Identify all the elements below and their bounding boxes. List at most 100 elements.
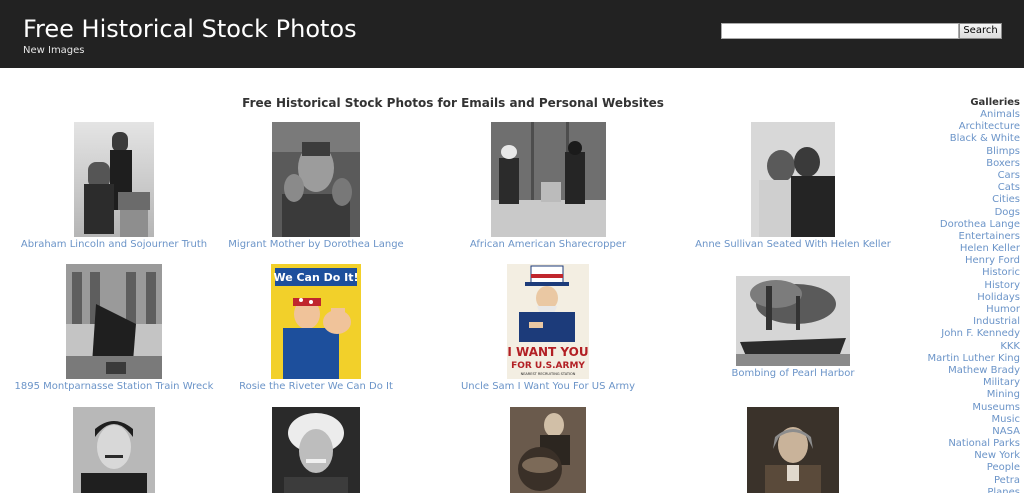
photo-thumbnail[interactable] — [736, 276, 850, 366]
gallery-link[interactable]: People — [987, 462, 1020, 473]
gallery-link[interactable]: Music — [992, 414, 1020, 425]
galleries-heading: Galleries — [970, 97, 1020, 108]
photo-item[interactable]: Abraham Lincoln and Sojourner Truth — [4, 122, 224, 250]
gallery-link[interactable]: Mining — [987, 389, 1020, 400]
gallery-link[interactable]: Military — [983, 377, 1020, 388]
gallery-link[interactable]: Helen Keller — [960, 243, 1020, 254]
gallery-link[interactable]: Cities — [992, 194, 1020, 205]
poster-headline: I WANT YOU — [507, 345, 588, 359]
photo-caption[interactable]: Anne Sullivan Seated With Helen Keller — [683, 239, 903, 250]
photo-item[interactable]: Anne Sullivan Seated With Helen Keller — [683, 122, 903, 250]
gallery-item: Entertainers — [900, 231, 1020, 243]
gallery-link[interactable]: Boxers — [986, 158, 1020, 169]
gallery-item: History — [900, 280, 1020, 292]
search-button[interactable]: Search — [959, 23, 1002, 39]
photo-caption[interactable]: 1895 Montparnasse Station Train Wreck — [4, 381, 224, 392]
photo-item[interactable] — [438, 407, 658, 493]
rosie-poster[interactable]: We Can Do It! — [271, 264, 361, 379]
new-images-link[interactable]: New Images — [23, 45, 85, 56]
gallery-item: Mining — [900, 389, 1020, 401]
gallery-link[interactable]: Historic — [982, 267, 1020, 278]
gallery-item: Cars — [900, 170, 1020, 182]
photo-item[interactable]: African American Sharecropper — [438, 122, 658, 250]
photo-caption[interactable]: African American Sharecropper — [438, 239, 658, 250]
gallery-item: Historic — [900, 267, 1020, 279]
gallery-item: Planes — [900, 487, 1020, 493]
gallery-item: John F. Kennedy — [900, 328, 1020, 340]
galleries-sidebar: Galleries Animals Architecture Black & Whi… — [900, 96, 1020, 493]
gallery-link[interactable]: Industrial — [973, 316, 1020, 327]
gallery-link[interactable]: National Parks — [948, 438, 1020, 449]
gallery-item: Helen Keller — [900, 243, 1020, 255]
gallery-item: National Parks — [900, 438, 1020, 450]
photo-item[interactable]: We Can Do It! Rosie the Riveter We Can D… — [206, 264, 426, 392]
gallery-link[interactable]: KKK — [1000, 341, 1020, 352]
gallery-item: Martin Luther King — [900, 353, 1020, 365]
gallery-link[interactable]: Holidays — [977, 292, 1020, 303]
photo-thumbnail[interactable] — [272, 122, 360, 237]
gallery-item: New York — [900, 450, 1020, 462]
poster-subline: FOR U.S.ARMY — [511, 361, 585, 371]
gallery-link[interactable]: New York — [974, 450, 1020, 461]
photo-thumbnail[interactable] — [73, 407, 155, 493]
gallery-link[interactable]: Dorothea Lange — [940, 219, 1020, 230]
gallery-link[interactable]: Blimps — [986, 146, 1020, 157]
gallery-link[interactable]: Humor — [986, 304, 1020, 315]
gallery-item: Cats — [900, 182, 1020, 194]
galleries-list: Animals Architecture Black & White Blimps Bo… — [900, 109, 1020, 493]
gallery-item: Animals — [900, 109, 1020, 121]
poster-slogan: We Can Do It! — [273, 271, 358, 284]
gallery-link[interactable]: Cats — [998, 182, 1020, 193]
photo-thumbnail[interactable] — [510, 407, 586, 493]
gallery-item: Dogs — [900, 207, 1020, 219]
gallery-link[interactable]: Museums — [972, 402, 1020, 413]
photo-caption[interactable]: Rosie the Riveter We Can Do It — [206, 381, 426, 392]
gallery-item: Henry Ford — [900, 255, 1020, 267]
poster-footer: NEAREST RECRUITING STATION — [521, 372, 576, 376]
gallery-link[interactable]: Petra — [994, 475, 1020, 486]
gallery-item: NASA — [900, 426, 1020, 438]
gallery-link[interactable]: Dogs — [995, 207, 1020, 218]
gallery-link[interactable]: Cars — [998, 170, 1020, 181]
photo-thumbnail[interactable] — [751, 122, 835, 237]
photo-item[interactable] — [206, 407, 426, 493]
photo-item[interactable] — [683, 407, 903, 493]
photo-thumbnail[interactable] — [66, 264, 162, 379]
photo-item[interactable]: 1895 Montparnasse Station Train Wreck — [4, 264, 224, 392]
gallery-item: Architecture — [900, 121, 1020, 133]
photo-item[interactable] — [4, 407, 224, 493]
gallery-link[interactable]: Entertainers — [959, 231, 1020, 242]
gallery-item: Holidays — [900, 292, 1020, 304]
gallery-link[interactable]: Henry Ford — [965, 255, 1020, 266]
photo-thumbnail[interactable] — [272, 407, 360, 493]
gallery-link[interactable]: Black & White — [950, 133, 1020, 144]
page-heading: Free Historical Stock Photos for Emails … — [242, 96, 664, 110]
gallery-item: Blimps — [900, 146, 1020, 158]
photo-caption[interactable]: Bombing of Pearl Harbor — [683, 368, 903, 379]
photo-item[interactable]: Bombing of Pearl Harbor — [683, 276, 903, 379]
gallery-link[interactable]: Martin Luther King — [927, 353, 1020, 364]
search-input[interactable] — [721, 23, 959, 39]
gallery-item: Music — [900, 414, 1020, 426]
photo-caption[interactable]: Abraham Lincoln and Sojourner Truth — [4, 239, 224, 250]
photo-thumbnail[interactable] — [490, 122, 606, 237]
photo-item[interactable]: I WANT YOU FOR U.S.ARMY NEAREST RECRUITI… — [438, 264, 658, 392]
photo-item[interactable]: Migrant Mother by Dorothea Lange — [206, 122, 426, 250]
gallery-link[interactable]: NASA — [992, 426, 1020, 437]
gallery-item: Mathew Brady — [900, 365, 1020, 377]
gallery-link[interactable]: Planes — [987, 487, 1020, 493]
photo-thumbnail[interactable] — [74, 122, 154, 237]
site-title[interactable]: Free Historical Stock Photos — [23, 15, 357, 43]
photo-caption[interactable]: Uncle Sam I Want You For US Army — [438, 381, 658, 392]
gallery-link[interactable]: History — [984, 280, 1020, 291]
gallery-link[interactable]: Architecture — [959, 121, 1020, 132]
photo-thumbnail[interactable] — [747, 407, 839, 493]
gallery-link[interactable]: Mathew Brady — [948, 365, 1020, 376]
gallery-item: Dorothea Lange — [900, 219, 1020, 231]
gallery-item: Petra — [900, 475, 1020, 487]
uncle-sam-poster[interactable]: I WANT YOU FOR U.S.ARMY NEAREST RECRUITI… — [507, 264, 589, 379]
site-header: Free Historical Stock Photos New Images … — [0, 0, 1024, 68]
gallery-link[interactable]: Animals — [980, 109, 1020, 120]
photo-caption[interactable]: Migrant Mother by Dorothea Lange — [206, 239, 426, 250]
gallery-link[interactable]: John F. Kennedy — [941, 328, 1020, 339]
